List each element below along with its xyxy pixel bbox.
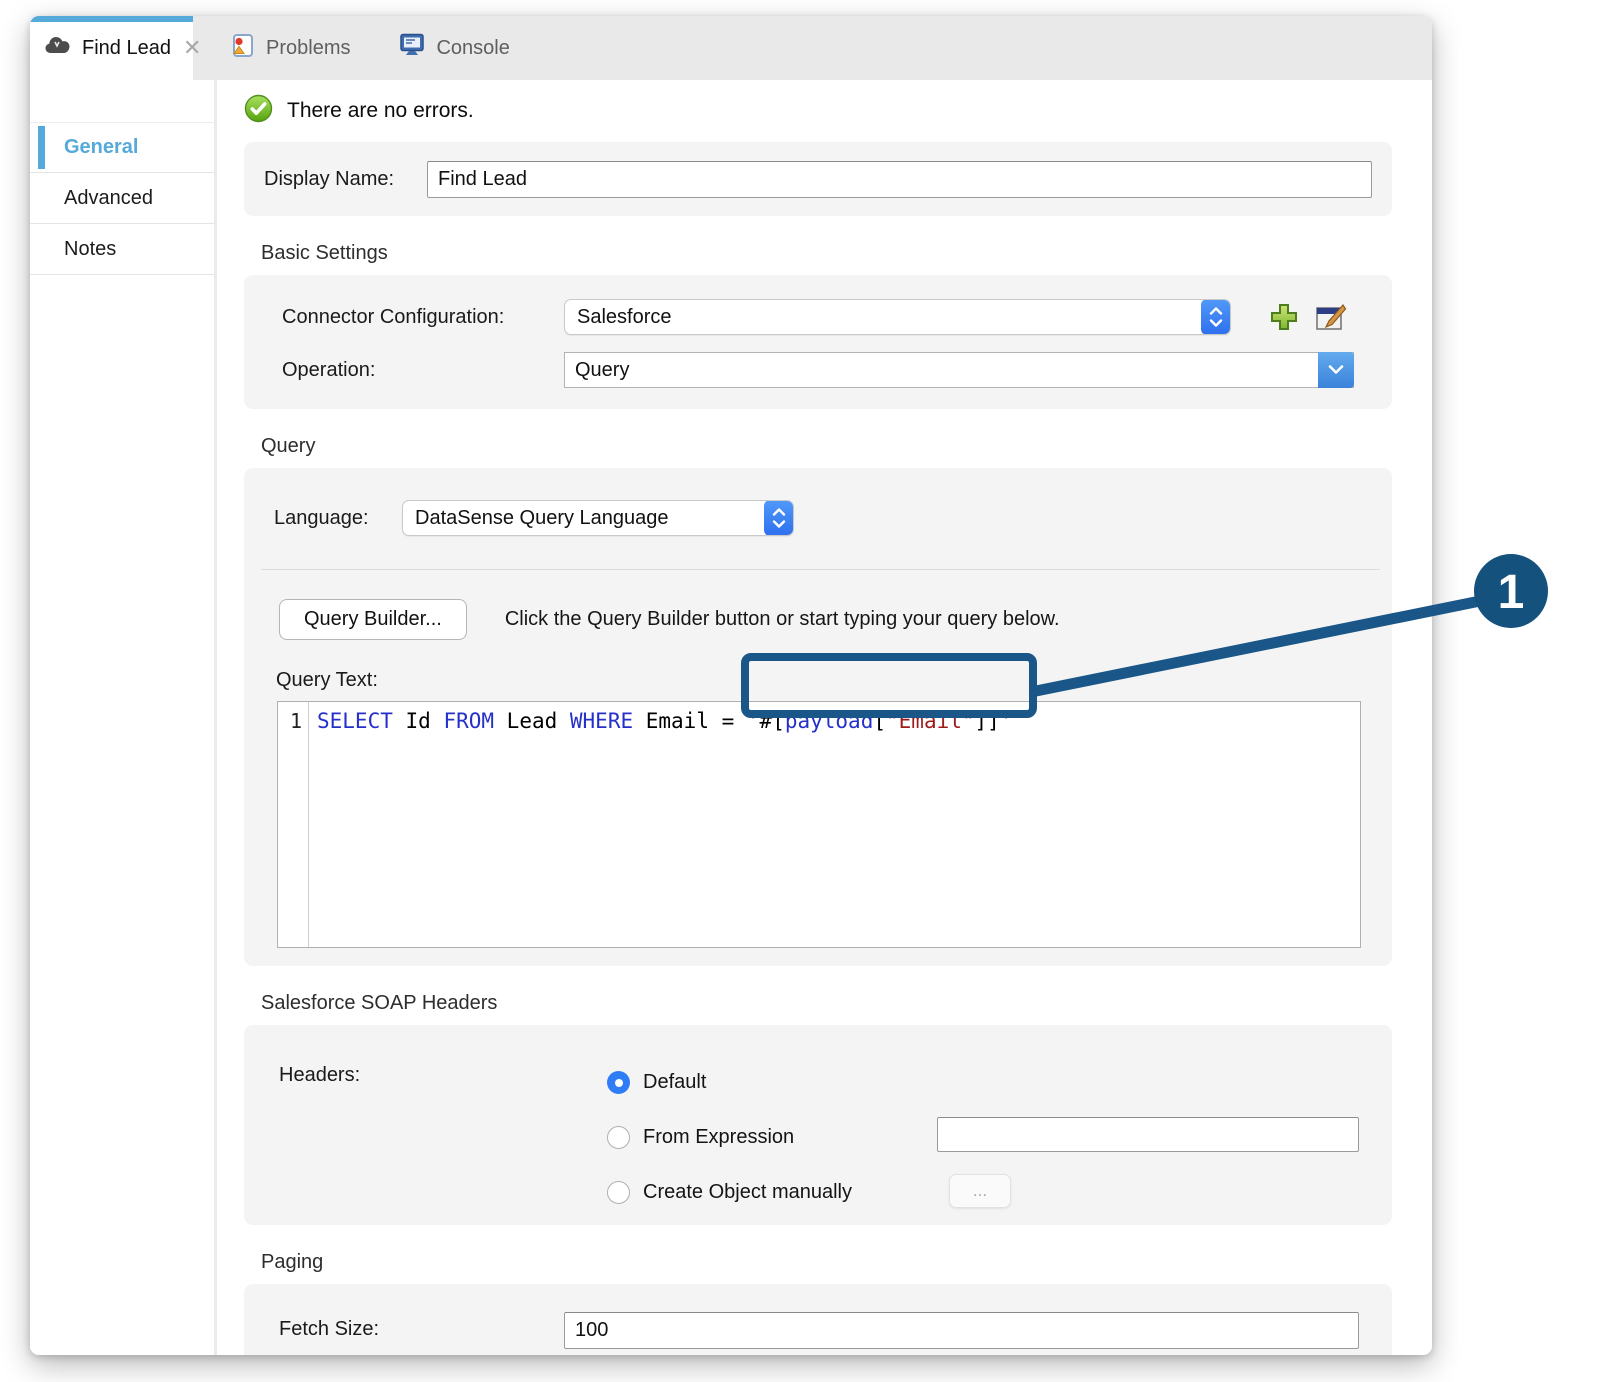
operation-value: Query: [565, 353, 1319, 387]
combo-stepper-icon: [1201, 299, 1231, 335]
query-group: Language: DataSense Query Language Query…: [244, 468, 1392, 966]
sidebar-item-general[interactable]: General: [30, 122, 214, 173]
language-select[interactable]: DataSense Query Language: [402, 500, 794, 536]
paging-group: Fetch Size:: [244, 1284, 1392, 1355]
status-message: There are no errors.: [287, 99, 474, 123]
query-code-line[interactable]: SELECT Id FROM Lead WHERE Email = '#[pay…: [309, 702, 1360, 947]
chevron-down-icon: [1318, 352, 1354, 388]
callout-badge: [1474, 554, 1548, 628]
properties-editor-window: Find Lead ✕ Problems: [30, 16, 1432, 1355]
operation-select[interactable]: Query: [564, 352, 1354, 388]
page: Find Lead ✕ Problems: [0, 0, 1598, 1382]
highlighted-expression: '#[payload["Email"]]': [747, 709, 1013, 733]
language-label: Language:: [274, 507, 402, 530]
soap-headers-group: Headers: Default From Expression: [244, 1025, 1392, 1225]
display-name-group: Display Name:: [244, 142, 1392, 216]
edit-config-button[interactable]: [1314, 301, 1347, 334]
tab-console-label: Console: [436, 37, 509, 60]
tab-find-lead-label: Find Lead: [82, 37, 171, 60]
query-text-editor[interactable]: 1 SELECT Id FROM Lead WHERE Email = '#[p…: [277, 701, 1361, 948]
mule-cloud-icon: [44, 34, 72, 62]
success-check-icon: [244, 94, 273, 128]
radio-label: From Expression: [643, 1126, 794, 1149]
radio-selected-icon[interactable]: [607, 1071, 630, 1094]
main-panel: There are no errors. Display Name: Basic…: [217, 80, 1432, 1355]
display-name-input[interactable]: [427, 161, 1372, 198]
radio-label: Create Object manually: [643, 1181, 852, 1204]
code-token: [: [873, 709, 886, 733]
line-number: 1: [278, 702, 309, 947]
code-token: Lead: [507, 709, 570, 733]
code-token: SELECT: [317, 709, 406, 733]
combo-stepper-icon: [764, 500, 794, 536]
sidebar-item-notes[interactable]: Notes: [30, 224, 214, 275]
query-builder-button[interactable]: Query Builder...: [279, 599, 467, 640]
fetch-size-input[interactable]: [564, 1312, 1359, 1349]
basic-settings-title: Basic Settings: [261, 242, 1392, 265]
code-token: ]]: [975, 709, 1000, 733]
paging-title: Paging: [261, 1251, 1392, 1274]
tab-find-lead[interactable]: Find Lead ✕: [30, 16, 193, 80]
code-token: ': [1000, 709, 1013, 733]
radio-label: Default: [643, 1071, 706, 1094]
tab-problems[interactable]: Problems: [211, 16, 368, 80]
callout-number: 1: [1498, 566, 1525, 619]
code-token: WHERE: [570, 709, 646, 733]
tab-problems-label: Problems: [266, 37, 350, 60]
query-builder-hint: Click the Query Builder button or start …: [505, 608, 1060, 631]
operation-label: Operation:: [282, 359, 564, 382]
tab-bar: Find Lead ✕ Problems: [30, 16, 1432, 80]
tab-console[interactable]: Console: [380, 16, 527, 80]
code-token: Email =: [646, 709, 747, 733]
radio-unselected-icon[interactable]: [607, 1126, 630, 1149]
close-icon[interactable]: ✕: [183, 37, 201, 59]
divider: [261, 569, 1380, 570]
sidebar-item-label: Notes: [64, 238, 116, 261]
code-token: payload: [785, 709, 874, 733]
code-token: "Email": [886, 709, 975, 733]
sidebar-item-label: Advanced: [64, 187, 153, 210]
query-text-label: Query Text:: [276, 669, 1392, 692]
headers-option-from-expression[interactable]: From Expression: [607, 1110, 1359, 1165]
console-icon: [398, 32, 426, 64]
status-row: There are no errors.: [244, 94, 1392, 128]
fetch-size-label: Fetch Size:: [279, 1312, 564, 1341]
code-token: '#[: [747, 709, 785, 733]
radio-unselected-icon[interactable]: [607, 1181, 630, 1204]
query-title: Query: [261, 435, 1392, 458]
connector-configuration-label: Connector Configuration:: [282, 306, 564, 329]
basic-settings-group: Connector Configuration: Salesforce: [244, 275, 1392, 409]
sidebar: General Advanced Notes: [30, 80, 217, 1355]
code-token: Id: [406, 709, 444, 733]
soap-headers-title: Salesforce SOAP Headers: [261, 992, 1392, 1015]
from-expression-input[interactable]: [937, 1117, 1359, 1152]
headers-option-create-object[interactable]: Create Object manually ...: [607, 1165, 1359, 1220]
code-token: FROM: [443, 709, 506, 733]
language-value: DataSense Query Language: [403, 501, 765, 535]
headers-label: Headers:: [279, 1055, 607, 1225]
headers-option-default[interactable]: Default: [607, 1055, 1359, 1110]
problems-icon: [229, 32, 256, 65]
display-name-label: Display Name:: [264, 168, 427, 191]
connector-configuration-value: Salesforce: [565, 300, 1202, 334]
sidebar-item-label: General: [64, 136, 138, 159]
ellipsis-button[interactable]: ...: [949, 1174, 1011, 1208]
sidebar-item-advanced[interactable]: Advanced: [30, 173, 214, 224]
add-config-button[interactable]: [1268, 301, 1300, 333]
connector-configuration-select[interactable]: Salesforce: [564, 299, 1231, 335]
